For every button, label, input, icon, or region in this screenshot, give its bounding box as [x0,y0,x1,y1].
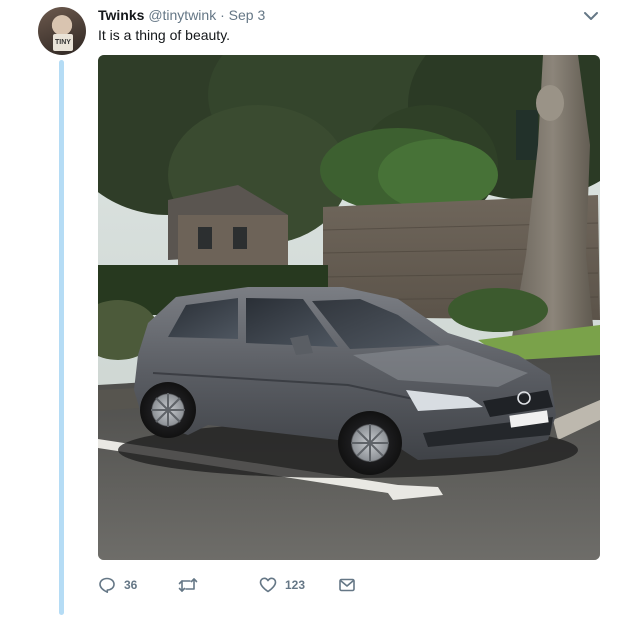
tweet-text: It is a thing of beauty. [98,27,231,43]
retweet-icon [178,576,198,594]
car-photo [98,55,600,560]
tweet: TINY Twinks @tinytwink · Sep 3 It is a t… [0,0,637,619]
tweet-actions: 36 123 [98,574,518,596]
author-name[interactable]: Twinks [98,7,144,23]
like-count: 123 [285,578,306,592]
tweet-date[interactable]: Sep 3 [229,7,266,23]
direct-message-button[interactable] [338,574,356,596]
reply-icon [98,576,116,594]
like-button[interactable]: 123 [259,574,305,596]
tweet-header: Twinks @tinytwink · Sep 3 [98,6,265,24]
chevron-down-icon[interactable] [583,9,599,23]
avatar[interactable]: TINY [38,7,86,55]
heart-icon [259,576,277,594]
author-handle[interactable]: @tinytwink [148,7,216,23]
tweet-photo[interactable] [98,55,600,560]
avatar-mug-text: TINY [53,34,73,51]
envelope-icon [338,576,356,594]
retweet-button[interactable] [178,574,206,596]
thread-line [59,60,64,615]
header-separator: · [220,7,225,23]
reply-count: 36 [124,578,138,592]
reply-button[interactable]: 36 [98,574,137,596]
